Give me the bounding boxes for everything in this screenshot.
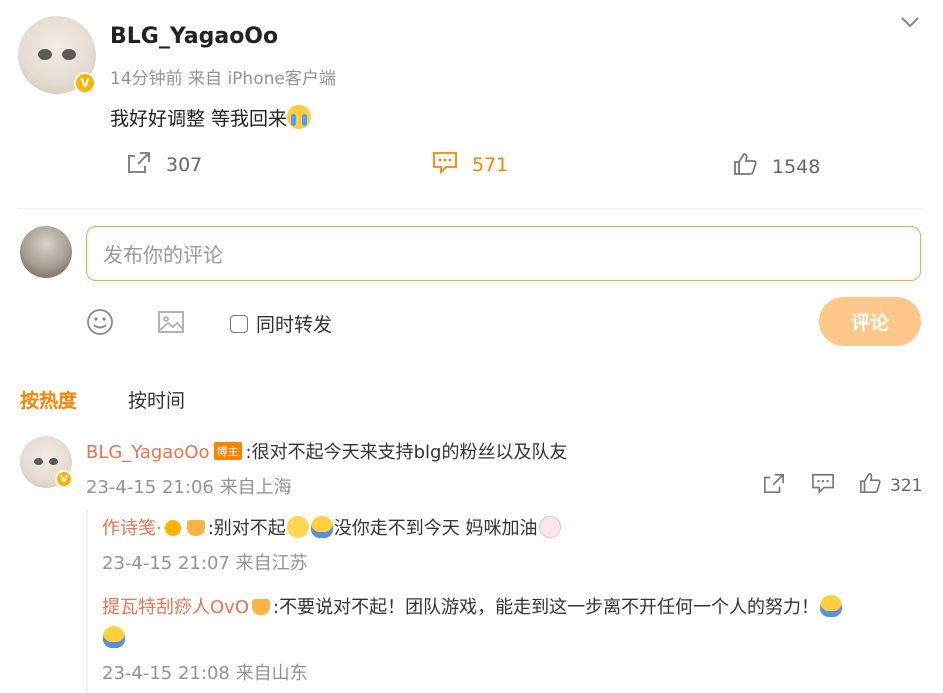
crown-icon: [186, 520, 205, 536]
comment-input[interactable]: 发布你的评论: [86, 226, 921, 281]
smile-emoji-icon: [286, 516, 309, 538]
tab-sort-time[interactable]: 按时间: [128, 386, 185, 413]
verified-badge-icon: [164, 520, 181, 536]
comment-icon: [432, 150, 458, 179]
post-text: 我好好调整 等我回来: [110, 108, 288, 130]
reply-line: 提瓦特刮痧人OvO :不要说对不起！团队游戏，能走到这一步离不开任何一个人的努力！: [102, 593, 843, 619]
comment-input-placeholder: 发布你的评论: [103, 243, 223, 267]
reply-thread-bar: [86, 510, 88, 693]
crying-emoji-icon: [287, 105, 312, 129]
reply-text-continued: 没你走不到今天 妈咪加油: [333, 518, 538, 539]
post-meta: 14分钟前 来自 iPhone客户端: [110, 69, 336, 89]
repost-icon: [126, 150, 152, 179]
chevron-down-icon[interactable]: [898, 12, 922, 32]
verified-badge-icon: V: [74, 72, 96, 94]
repost-button[interactable]: 307: [126, 150, 202, 179]
hug-emoji-icon: [820, 595, 843, 617]
like-button[interactable]: 1548: [732, 152, 820, 181]
author-tag: 博主: [213, 442, 242, 460]
stats-divider: [18, 208, 923, 209]
comment-reply-button[interactable]: [811, 472, 835, 499]
comment-like-button[interactable]: 321: [858, 472, 922, 499]
bunny-emoji-icon: [538, 516, 561, 538]
checkbox-box[interactable]: [230, 314, 248, 333]
reply-meta: 23-4-15 21:07 来自江苏: [102, 553, 308, 574]
reply-author[interactable]: 提瓦特刮痧人OvO: [102, 597, 249, 618]
hug-emoji-icon: [103, 626, 125, 648]
like-count: 1548: [772, 155, 821, 178]
comment-text: :很对不起今天来支持blg的粉丝以及队友: [245, 442, 568, 463]
repost-checkbox-label: 同时转发: [256, 314, 333, 336]
reply-line: 作诗笺· :别对不起 没你走不到今天 妈咪加油: [102, 514, 562, 540]
comment-author[interactable]: BLG_YagaoOo: [86, 442, 210, 463]
comment-button[interactable]: 571: [432, 150, 508, 179]
repost-count: 307: [166, 153, 203, 176]
verified-badge-icon: V: [55, 470, 73, 488]
reply-text: :别对不起: [207, 518, 286, 539]
reply-meta: 23-4-15 21:08 来自山东: [102, 663, 308, 684]
comment-icon: [811, 472, 835, 499]
comment-count: 571: [472, 153, 509, 176]
emoji-icon[interactable]: [85, 307, 115, 337]
reply-author[interactable]: 作诗笺·: [102, 518, 162, 539]
post-author-name[interactable]: BLG_YagaoOo: [110, 24, 278, 49]
crown-icon: [252, 599, 270, 615]
repost-icon: [762, 472, 786, 499]
reply-emoji-line: [102, 626, 126, 648]
reply-text: :不要说对不起！团队游戏，能走到这一步离不开任何一个人的努力！: [273, 597, 820, 618]
hug-emoji-icon: [310, 516, 333, 538]
current-user-avatar[interactable]: [20, 226, 72, 278]
comment-repost-button[interactable]: [762, 472, 786, 499]
like-icon: [732, 152, 758, 181]
comment-like-count: 321: [890, 475, 923, 496]
comment-line: BLG_YagaoOo 博主:很对不起今天来支持blg的粉丝以及队友: [86, 438, 567, 464]
repost-checkbox[interactable]: 同时转发: [230, 310, 332, 337]
image-icon[interactable]: [156, 307, 186, 337]
submit-comment-button[interactable]: 评论: [819, 297, 921, 346]
tab-sort-hot[interactable]: 按热度: [20, 386, 77, 413]
post-content: 我好好调整 等我回来: [110, 104, 312, 131]
comment-meta: 23-4-15 21:06 来自上海: [86, 477, 292, 498]
like-icon: [858, 472, 882, 499]
